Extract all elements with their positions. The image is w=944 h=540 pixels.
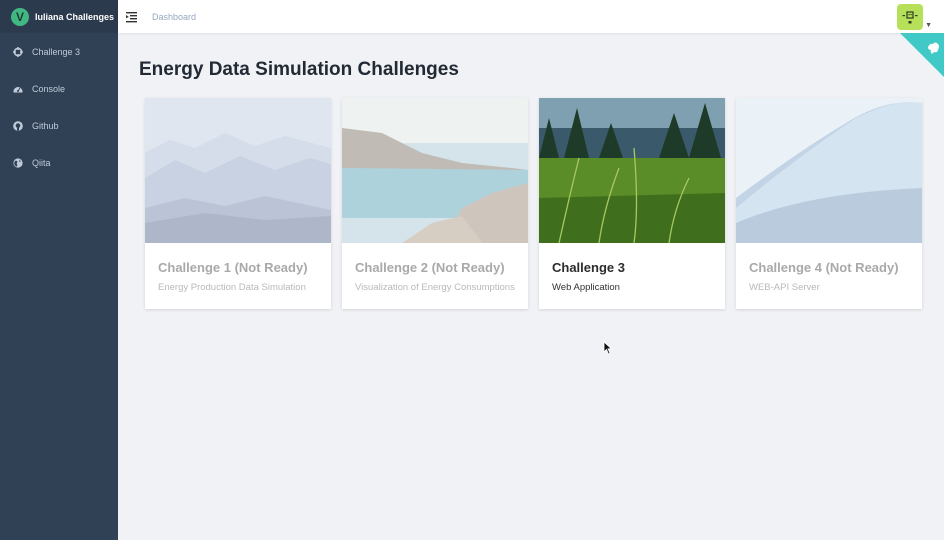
- main-content: Energy Data Simulation Challenges Challe…: [118, 33, 944, 540]
- globe-icon: [12, 157, 23, 168]
- sidebar-item-github[interactable]: Github: [0, 107, 118, 144]
- avatar[interactable]: [897, 4, 924, 30]
- card-subtitle: Energy Production Data Simulation: [158, 282, 306, 293]
- sidebar-item-label: Github: [32, 120, 59, 131]
- challenge-card-3[interactable]: Challenge 3 Web Application: [539, 98, 725, 309]
- misty-mountains-photo: [145, 98, 331, 243]
- sidebar-item-label: Console: [32, 83, 66, 94]
- sidebar-item-qiita[interactable]: Qiita: [0, 144, 118, 181]
- navbar: Dashboard ▼: [118, 0, 944, 33]
- robot-avatar-icon: [902, 11, 918, 24]
- crosshair-icon: [12, 46, 23, 57]
- app-title: Iuliana Challenges: [35, 11, 115, 22]
- sidebar-item-challenge-3[interactable]: Challenge 3: [0, 33, 118, 70]
- breadcrumb[interactable]: Dashboard: [152, 12, 196, 22]
- dashboard-gauge-icon: [12, 83, 23, 94]
- rocky-coast-photo: [342, 98, 528, 243]
- card-title: Challenge 3: [552, 260, 625, 275]
- sidebar: V Iuliana Challenges Challenge 3 Console…: [0, 0, 118, 540]
- ocean-wave-photo: [736, 98, 922, 243]
- card-title: Challenge 1 (Not Ready): [158, 260, 308, 275]
- challenge-card-1[interactable]: Challenge 1 (Not Ready) Energy Productio…: [145, 98, 331, 309]
- sidebar-item-label: Challenge 3: [32, 46, 81, 57]
- card-title: Challenge 4 (Not Ready): [749, 260, 899, 275]
- vue-logo-icon: V: [11, 7, 29, 26]
- sidebar-menu: Challenge 3 Console Github Qiita: [0, 33, 118, 181]
- card-subtitle: WEB-API Server: [749, 282, 820, 293]
- mouse-cursor-icon: [603, 341, 613, 355]
- user-menu[interactable]: ▼: [897, 4, 932, 30]
- card-title: Challenge 2 (Not Ready): [355, 260, 505, 275]
- github-icon: [12, 120, 23, 131]
- challenge-card-2[interactable]: Challenge 2 (Not Ready) Visualization of…: [342, 98, 528, 309]
- hamburger-menu-icon[interactable]: [126, 11, 138, 23]
- challenge-card-4[interactable]: Challenge 4 (Not Ready) WEB-API Server: [736, 98, 922, 309]
- grass-field-photo: [539, 98, 725, 243]
- brand[interactable]: V Iuliana Challenges: [0, 0, 118, 33]
- sidebar-item-label: Qiita: [32, 157, 51, 168]
- page-title: Energy Data Simulation Challenges: [139, 59, 459, 80]
- caret-down-icon[interactable]: ▼: [925, 22, 932, 29]
- card-subtitle: Visualization of Energy Consumptions: [355, 282, 515, 293]
- sidebar-item-console[interactable]: Console: [0, 70, 118, 107]
- card-subtitle: Web Application: [552, 282, 620, 293]
